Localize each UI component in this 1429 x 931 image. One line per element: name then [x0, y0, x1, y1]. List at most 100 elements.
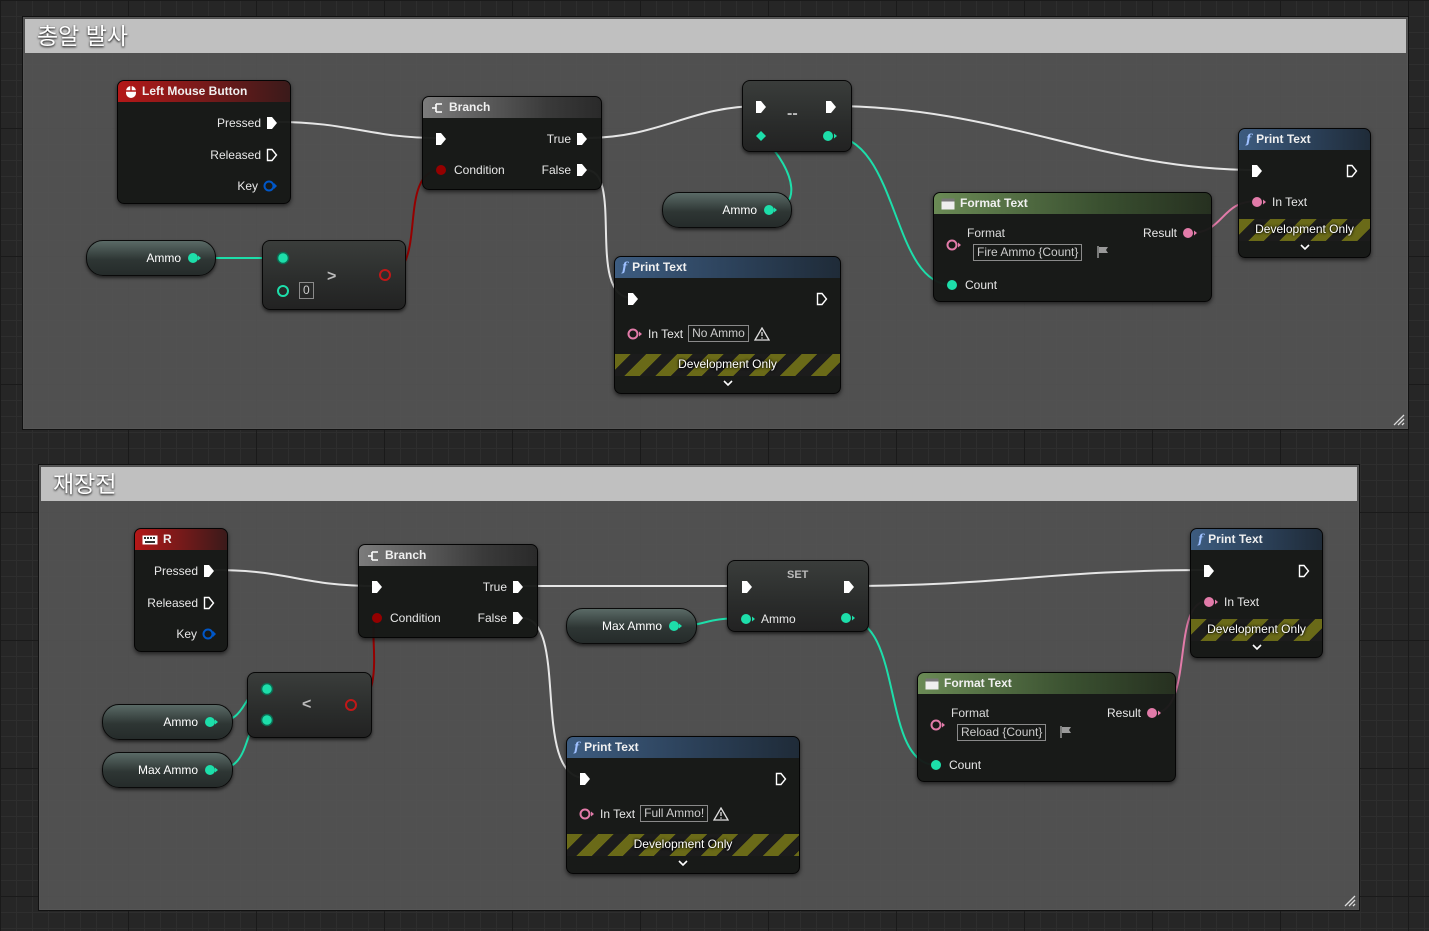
- text-pin-connected-icon[interactable]: [1182, 227, 1198, 239]
- exec-pin-connected-icon[interactable]: [576, 132, 588, 146]
- int-pin-connected-icon[interactable]: [276, 251, 290, 265]
- exec-pin-icon[interactable]: [816, 292, 828, 306]
- set-ammo-node[interactable]: SET Ammo: [727, 560, 869, 632]
- int-pin-connected-icon[interactable]: [930, 759, 944, 771]
- exec-pin-connected-icon[interactable]: [512, 580, 524, 594]
- exec-pin-connected-icon[interactable]: [203, 564, 215, 578]
- format-field[interactable]: Reload {Count}: [957, 724, 1047, 741]
- int-pin-connected-icon[interactable]: [204, 764, 218, 776]
- development-only-banner: Development Only: [1191, 619, 1322, 641]
- branch-node[interactable]: Branch True Condition False: [422, 96, 602, 190]
- exec-pin-connected-icon[interactable]: [266, 116, 278, 130]
- keyboard-icon: [142, 535, 158, 544]
- exec-pin-connected-icon[interactable]: [627, 292, 639, 306]
- print-text-node-no-ammo[interactable]: f Print Text In Text No Ammo Development…: [614, 256, 841, 394]
- in-text-field[interactable]: Full Ammo!: [640, 805, 709, 822]
- format-field[interactable]: Fire Ammo {Count}: [973, 244, 1083, 261]
- event-node-left-mouse-button[interactable]: Left Mouse Button Pressed Released Key: [117, 80, 291, 204]
- exec-pin-connected-icon[interactable]: [843, 580, 855, 594]
- exec-wire: [585, 105, 761, 139]
- int-pin-connected-icon[interactable]: [260, 682, 274, 696]
- exec-pin-icon[interactable]: [1298, 564, 1310, 578]
- text-pin-icon[interactable]: [579, 808, 595, 820]
- branch-icon: [432, 102, 442, 113]
- text-pin-connected-icon[interactable]: [1251, 196, 1267, 208]
- default-value-field[interactable]: 0: [299, 282, 314, 299]
- node-title: Print Text: [584, 740, 639, 754]
- pin-label: Pressed: [216, 116, 261, 130]
- branch-node[interactable]: Branch True Condition False: [358, 544, 538, 638]
- node-title: Format Text: [960, 196, 1028, 210]
- pin-label: Format: [951, 706, 990, 720]
- exec-pin-connected-icon[interactable]: [576, 163, 588, 177]
- exec-pin-icon[interactable]: [1346, 164, 1358, 178]
- exec-pin-connected-icon[interactable]: [741, 580, 753, 594]
- greater-than-node[interactable]: 0 >: [262, 240, 406, 310]
- chevron-down-icon[interactable]: [678, 859, 688, 867]
- exec-pin-icon[interactable]: [775, 772, 787, 786]
- get-max-ammo-node[interactable]: Max Ammo: [566, 608, 697, 644]
- text-pin-connected-icon[interactable]: [1203, 596, 1219, 608]
- exec-pin-connected-icon[interactable]: [1251, 164, 1263, 178]
- bool-pin-connected-icon[interactable]: [378, 268, 392, 282]
- function-icon: f: [622, 260, 628, 274]
- get-ammo-node[interactable]: Ammo: [662, 192, 792, 228]
- in-text-field[interactable]: No Ammo: [688, 325, 749, 342]
- int-pin-connected-icon[interactable]: [187, 252, 201, 264]
- exec-wire: [213, 569, 377, 587]
- exec-pin-connected-icon[interactable]: [371, 580, 383, 594]
- exec-pin-connected-icon[interactable]: [512, 611, 524, 625]
- flag-icon[interactable]: [1096, 245, 1110, 259]
- exec-pin-connected-icon[interactable]: [755, 100, 767, 114]
- print-text-node[interactable]: f Print Text In Text Development Only: [1238, 128, 1371, 258]
- int-ref-pin-connected-icon[interactable]: [755, 130, 767, 142]
- chevron-down-icon[interactable]: [1299, 243, 1310, 251]
- print-text-node-full-ammo[interactable]: f Print Text In Text Full Ammo! Developm…: [566, 736, 800, 874]
- get-ammo-node[interactable]: Ammo: [86, 240, 216, 276]
- event-node-r-key[interactable]: R Pressed Released Key: [134, 528, 228, 652]
- node-title: SET: [787, 569, 809, 581]
- get-max-ammo-node[interactable]: Max Ammo: [102, 752, 233, 788]
- format-text-node[interactable]: Format Text Format Reload {Count} Result…: [917, 672, 1176, 782]
- int-pin-connected-icon[interactable]: [260, 713, 274, 727]
- chevron-down-icon[interactable]: [1251, 643, 1262, 651]
- exec-pin-icon[interactable]: [266, 148, 278, 162]
- bool-pin-connected-icon[interactable]: [344, 698, 358, 712]
- operator-symbol: <: [302, 696, 312, 713]
- function-icon: f: [1198, 532, 1204, 546]
- less-than-node[interactable]: <: [247, 672, 372, 738]
- int-pin-connected-icon[interactable]: [668, 620, 682, 632]
- exec-wire: [829, 105, 1257, 171]
- bool-pin-connected-icon[interactable]: [371, 612, 385, 624]
- int-pin-connected-icon[interactable]: [840, 612, 856, 624]
- exec-pin-connected-icon[interactable]: [825, 100, 837, 114]
- int-pin-connected-icon[interactable]: [204, 716, 218, 728]
- pin-label: Key: [237, 179, 258, 193]
- decrement-node[interactable]: --: [742, 80, 852, 152]
- text-pin-icon[interactable]: [946, 239, 962, 251]
- int-pin-connected-icon[interactable]: [740, 613, 756, 625]
- exec-pin-connected-icon[interactable]: [1203, 564, 1215, 578]
- exec-pin-connected-icon[interactable]: [435, 132, 447, 146]
- format-text-node[interactable]: Format Text Format Fire Ammo {Count} Res…: [933, 192, 1212, 302]
- print-text-node[interactable]: f Print Text In Text Development Only: [1190, 528, 1323, 658]
- exec-wire: [845, 569, 1209, 587]
- exec-pin-icon[interactable]: [203, 596, 215, 610]
- int-pin-connected-icon[interactable]: [946, 279, 960, 291]
- chevron-down-icon[interactable]: [722, 379, 733, 387]
- struct-pin-icon[interactable]: [202, 628, 216, 640]
- text-pin-icon[interactable]: [627, 328, 643, 340]
- bool-pin-connected-icon[interactable]: [435, 164, 449, 176]
- development-only-banner: Development Only: [567, 834, 799, 856]
- text-pin-icon[interactable]: [930, 719, 946, 731]
- int-pin-icon[interactable]: [276, 284, 290, 298]
- text-pin-connected-icon[interactable]: [1146, 707, 1162, 719]
- int-pin-connected-icon[interactable]: [822, 130, 838, 142]
- struct-pin-icon[interactable]: [263, 180, 277, 192]
- flag-icon[interactable]: [1059, 725, 1073, 739]
- get-ammo-node[interactable]: Ammo: [102, 704, 233, 740]
- warning-icon: [753, 326, 770, 341]
- exec-pin-connected-icon[interactable]: [579, 772, 591, 786]
- development-only-banner: Development Only: [615, 354, 840, 376]
- int-pin-connected-icon[interactable]: [763, 204, 777, 216]
